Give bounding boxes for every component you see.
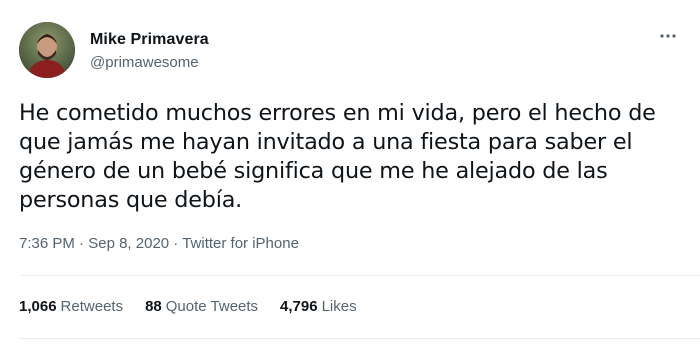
tweet-text-line: He cometido muchos errores en mi vida, p… bbox=[19, 100, 656, 126]
engagement-stats: 1,066 Retweets 88 Quote Tweets 4,796 Likes bbox=[19, 298, 379, 315]
tweet-source[interactable]: Twitter for iPhone bbox=[182, 235, 299, 252]
tweet-card: Mike Primavera @primawesome He cometido … bbox=[0, 0, 700, 345]
quote-tweets-stat[interactable]: 88 Quote Tweets bbox=[145, 298, 258, 315]
quote-tweets-label: Quote Tweets bbox=[165, 298, 259, 315]
likes-count: 4,796 bbox=[280, 298, 318, 315]
divider bbox=[19, 338, 700, 339]
user-name[interactable]: Mike Primavera bbox=[90, 31, 209, 49]
avatar[interactable] bbox=[19, 22, 75, 78]
tweet-metadata: 7:36 PM · Sep 8, 2020 · Twitter for iPho… bbox=[19, 235, 299, 252]
retweets-count: 1,066 bbox=[19, 298, 57, 315]
likes-label: Likes bbox=[321, 298, 357, 315]
tweet-text-line: personas que debía. bbox=[19, 187, 243, 213]
separator-dot: · bbox=[79, 235, 89, 252]
tweet-text-line: que jamás me hayan invitado a una fiesta… bbox=[19, 129, 633, 155]
tweet-time[interactable]: 7:36 PM bbox=[19, 235, 75, 252]
tweet-date[interactable]: Sep 8, 2020 bbox=[88, 235, 169, 252]
tweet-text: He cometido muchos errores en mi vida, p… bbox=[19, 99, 689, 215]
divider bbox=[19, 275, 700, 276]
more-horizontal-icon bbox=[660, 34, 676, 38]
quote-tweets-count: 88 bbox=[145, 298, 162, 315]
retweets-stat[interactable]: 1,066 Retweets bbox=[19, 298, 123, 315]
more-options-button[interactable] bbox=[656, 24, 680, 48]
user-handle[interactable]: @primawesome bbox=[90, 54, 199, 71]
tweet-text-line: género de un bebé significa que me he al… bbox=[19, 158, 608, 184]
retweets-label: Retweets bbox=[60, 298, 124, 315]
likes-stat[interactable]: 4,796 Likes bbox=[280, 298, 357, 315]
separator-dot: · bbox=[173, 235, 183, 252]
